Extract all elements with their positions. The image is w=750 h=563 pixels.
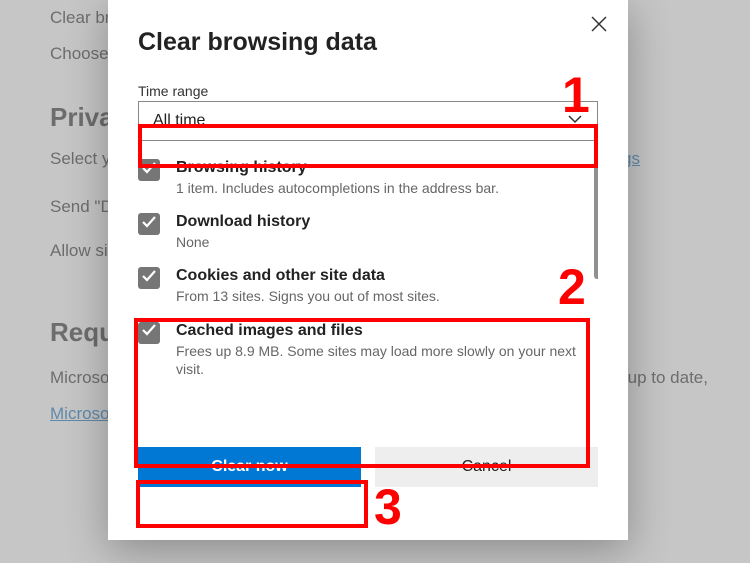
dialog-title: Clear browsing data (138, 28, 598, 57)
item-title: Cached images and files (176, 322, 598, 340)
list-item: Browsing history 1 item. Includes autoco… (138, 159, 598, 197)
item-title: Cookies and other site data (176, 267, 440, 285)
list-item: Cookies and other site data From 13 site… (138, 267, 598, 305)
item-desc: From 13 sites. Signs you out of most sit… (176, 287, 440, 305)
close-icon (591, 16, 607, 35)
chevron-down-icon (567, 111, 583, 132)
item-desc: 1 item. Includes autocompletions in the … (176, 179, 499, 197)
checkbox-cookies[interactable] (138, 267, 160, 289)
time-range-value: All time (153, 112, 205, 130)
scrollbar-thumb[interactable] (594, 159, 598, 279)
time-range-label: Time range (138, 83, 598, 99)
checkbox-download-history[interactable] (138, 213, 160, 235)
close-button[interactable] (584, 10, 614, 40)
checkmark-icon (141, 268, 157, 289)
clear-browsing-data-dialog: Clear browsing data Time range All time … (108, 0, 628, 540)
checkmark-icon (141, 322, 157, 343)
clear-now-button[interactable]: Clear now (138, 447, 361, 487)
cancel-button[interactable]: Cancel (375, 447, 598, 487)
item-title: Download history (176, 213, 310, 231)
checkmark-icon (141, 160, 157, 181)
data-type-list: Browsing history 1 item. Includes autoco… (138, 159, 598, 439)
dialog-buttons: Clear now Cancel (138, 447, 598, 487)
checkbox-browsing-history[interactable] (138, 159, 160, 181)
checkmark-icon (141, 214, 157, 235)
item-desc: None (176, 233, 310, 251)
time-range-select[interactable]: All time (138, 101, 598, 141)
list-item: Download history None (138, 213, 598, 251)
list-item: Cached images and files Frees up 8.9 MB.… (138, 322, 598, 378)
item-title: Browsing history (176, 159, 499, 177)
item-desc: Frees up 8.9 MB. Some sites may load mor… (176, 342, 598, 378)
checkbox-cache[interactable] (138, 322, 160, 344)
